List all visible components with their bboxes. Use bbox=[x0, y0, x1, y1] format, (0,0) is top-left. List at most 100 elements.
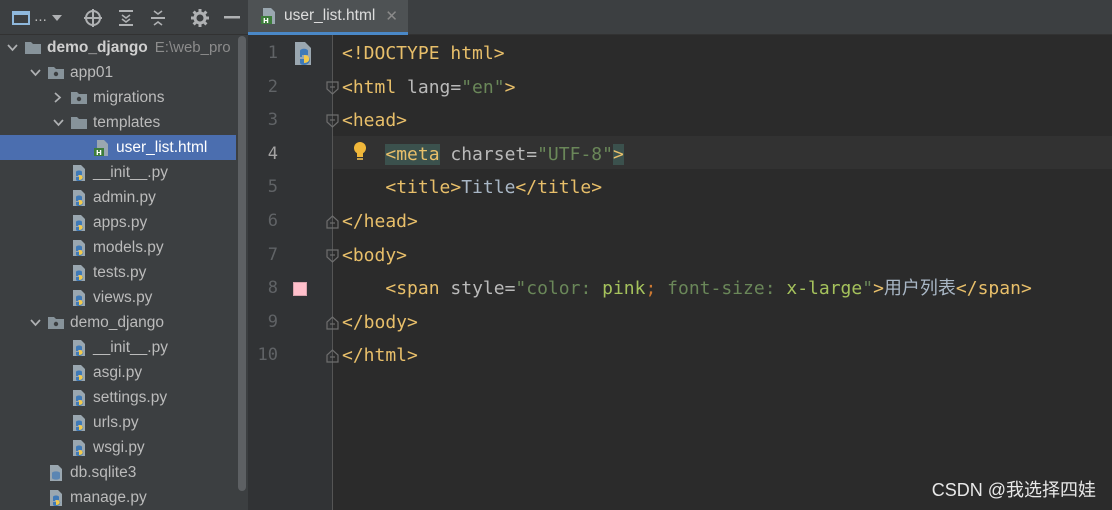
project-view-icon bbox=[12, 11, 31, 25]
line-number: 6 bbox=[267, 211, 278, 231]
tab-label: user_list.html bbox=[284, 7, 376, 24]
settings-button[interactable] bbox=[190, 7, 210, 29]
gutter-separator bbox=[332, 35, 333, 510]
python-file-icon bbox=[70, 389, 88, 407]
python-file-icon bbox=[70, 439, 88, 457]
tree-item[interactable]: tests.py bbox=[0, 260, 236, 285]
tree-item[interactable]: demo_django E:\web_pro bbox=[0, 35, 236, 60]
code-line[interactable]: <body> bbox=[342, 239, 407, 273]
chevron-right-icon[interactable] bbox=[52, 85, 64, 110]
hide-panel-icon bbox=[224, 16, 240, 19]
tree-item[interactable]: models.py bbox=[0, 235, 236, 260]
tree-item-label: demo_django bbox=[47, 39, 148, 56]
collapse-all-button[interactable] bbox=[148, 7, 168, 29]
tree-item[interactable]: manage.py bbox=[0, 485, 236, 510]
tree-item[interactable]: migrations bbox=[0, 85, 236, 110]
chevron-down-icon[interactable] bbox=[6, 35, 18, 60]
tree-item-path: E:\web_pro bbox=[154, 39, 231, 56]
code-token: ; bbox=[645, 278, 657, 300]
tree-item[interactable]: templates bbox=[0, 110, 236, 135]
code-line[interactable]: <head> bbox=[342, 104, 407, 138]
project-view-selector[interactable]: ... bbox=[12, 7, 62, 29]
code-line[interactable]: </html> bbox=[342, 339, 418, 373]
tree-item[interactable]: db.sqlite3 bbox=[0, 460, 236, 485]
fold-open-icon[interactable] bbox=[326, 80, 339, 95]
expand-all-button[interactable] bbox=[116, 7, 136, 29]
tree-item-label: wsgi.py bbox=[93, 439, 145, 456]
tree-item[interactable]: __init__.py bbox=[0, 160, 236, 185]
fold-open-icon[interactable] bbox=[326, 248, 339, 263]
code-editor[interactable]: 1 2 3 4 5 6 7 8 9 10 <!DOCTYPE html> <html lang="e… bbox=[248, 35, 1112, 510]
code-token: </span> bbox=[955, 278, 1032, 300]
tree-item[interactable]: app01 bbox=[0, 60, 236, 85]
python-file-icon bbox=[70, 364, 88, 382]
tree-item[interactable]: settings.py bbox=[0, 385, 236, 410]
chevron-down-icon[interactable] bbox=[29, 310, 41, 335]
collapse-all-icon bbox=[151, 10, 165, 26]
tree-scrollbar-thumb[interactable] bbox=[238, 36, 246, 491]
tree-item-label: __init__.py bbox=[93, 339, 168, 356]
settings-gear-icon bbox=[191, 9, 209, 27]
tree-item-label: urls.py bbox=[93, 414, 139, 431]
chevron-down-icon[interactable] bbox=[52, 110, 64, 135]
line-number: 5 bbox=[267, 177, 278, 198]
line-number: 7 bbox=[267, 244, 278, 265]
tree-item[interactable]: demo_django bbox=[0, 310, 236, 335]
code-token: lang= bbox=[407, 76, 462, 98]
tree-item[interactable]: Huser_list.html bbox=[0, 135, 236, 160]
tree-item-label: migrations bbox=[93, 89, 165, 106]
code-line[interactable]: <span style="color: pink; font-size: x-l… bbox=[342, 272, 1032, 306]
code-token: Title bbox=[461, 177, 516, 199]
code-line[interactable]: <!DOCTYPE html> bbox=[342, 37, 505, 71]
code-line[interactable]: <title>Title</title> bbox=[342, 171, 602, 205]
fold-close-icon[interactable] bbox=[326, 315, 339, 330]
fold-close-icon[interactable] bbox=[326, 215, 339, 229]
package-folder-icon bbox=[70, 89, 88, 107]
tree-item[interactable]: wsgi.py bbox=[0, 435, 236, 460]
tree-item-label: user_list.html bbox=[116, 139, 208, 156]
tree-item[interactable]: views.py bbox=[0, 285, 236, 310]
code-content[interactable]: <!DOCTYPE html> <html lang="en"> <head> <m… bbox=[342, 35, 1112, 510]
python-file-icon bbox=[70, 239, 88, 257]
line-number: 9 bbox=[267, 311, 278, 332]
chevron-down-icon[interactable] bbox=[29, 60, 41, 85]
code-line[interactable]: </body> bbox=[342, 306, 418, 340]
line-number: 2 bbox=[267, 76, 278, 97]
close-icon[interactable]: ✕ bbox=[385, 7, 398, 25]
tree-item[interactable]: urls.py bbox=[0, 410, 236, 435]
fold-close-icon[interactable] bbox=[326, 349, 339, 363]
project-tree: demo_django E:\web_pro app01 migrations temp… bbox=[0, 35, 236, 510]
hide-panel-button[interactable] bbox=[222, 7, 242, 29]
tree-item-label: demo_django bbox=[70, 314, 164, 331]
fold-open-icon[interactable] bbox=[326, 114, 339, 128]
code-token: <span bbox=[385, 278, 451, 300]
tab-user-list-html[interactable]: H user_list.html ✕ bbox=[248, 0, 408, 35]
python-file-icon bbox=[70, 214, 88, 232]
editor-tab-bar: H user_list.html ✕ bbox=[248, 0, 1112, 35]
editor-gutter bbox=[248, 35, 332, 510]
locate-button[interactable] bbox=[83, 7, 103, 29]
code-line[interactable]: </head> bbox=[342, 205, 418, 239]
tree-item[interactable]: __init__.py bbox=[0, 335, 236, 360]
tree-item[interactable]: admin.py bbox=[0, 185, 236, 210]
project-toolbar: ... bbox=[0, 0, 248, 35]
tree-item[interactable]: apps.py bbox=[0, 210, 236, 235]
code-token: <html bbox=[342, 76, 408, 98]
tree-item[interactable]: asgi.py bbox=[0, 360, 236, 385]
python-html-badge-icon[interactable] bbox=[291, 41, 315, 67]
python-file-icon bbox=[70, 164, 88, 182]
color-swatch-icon[interactable] bbox=[293, 282, 307, 296]
code-line[interactable]: <meta charset="UTF-8"> bbox=[342, 138, 624, 172]
code-line[interactable]: <html lang="en"> bbox=[342, 71, 515, 105]
code-token: pink bbox=[602, 278, 646, 300]
line-number: 3 bbox=[267, 110, 278, 131]
